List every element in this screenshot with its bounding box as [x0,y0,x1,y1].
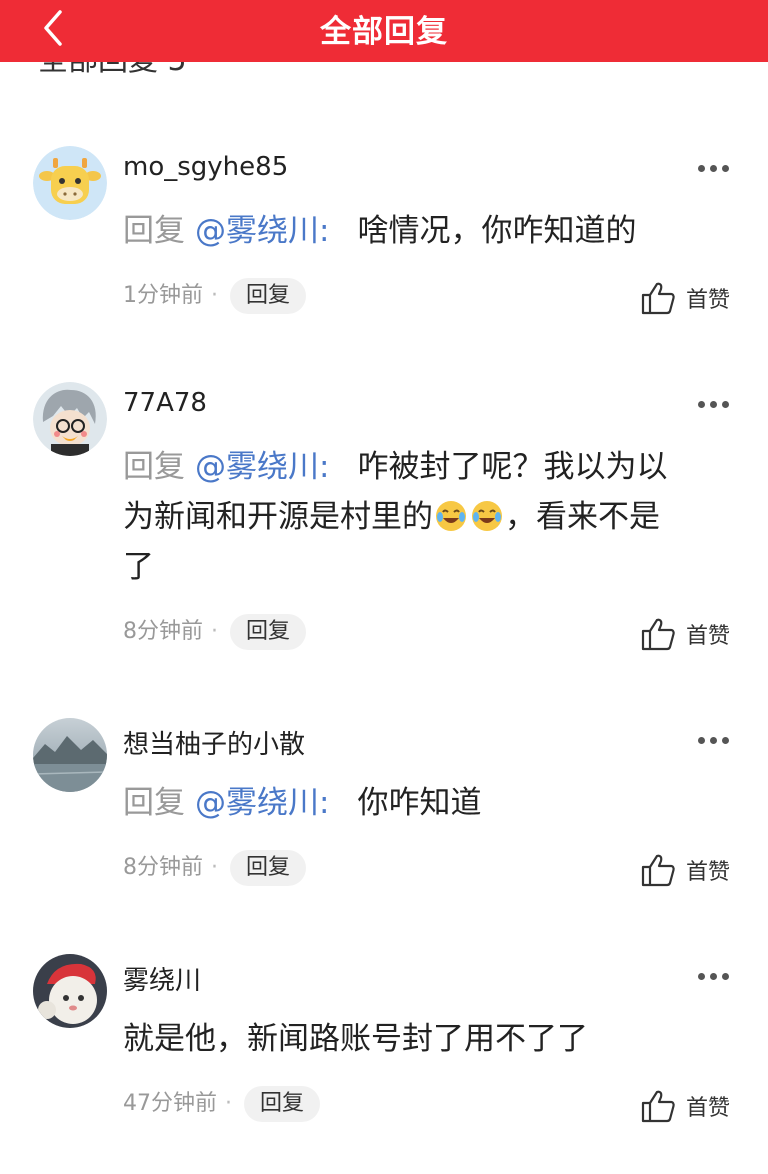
like-button[interactable]: 首赞 [640,1088,730,1124]
comment-text: 为新闻和开源是村里的 [123,499,433,535]
thumbs-up-icon [641,1090,675,1123]
username[interactable]: mo_sgyhe85 [123,152,288,182]
crying-laughing-emoji-icon [436,501,466,531]
crying-laughing-emoji-icon [472,501,502,531]
thumbs-up-icon [641,282,675,315]
avatar[interactable] [33,954,107,1028]
reply-prefix: 回复 [123,213,185,249]
more-dots-icon[interactable] [696,970,732,982]
reply-button[interactable]: 回复 [244,1086,321,1122]
separator-dot: · [211,619,218,644]
reply-button[interactable]: 回复 [230,614,307,650]
comment-meta: 8分钟前 · 回复 [123,850,307,886]
like-button[interactable]: 首赞 [640,852,730,888]
comment-body: 回复 @雾绕川: 你咋知道 [123,778,723,828]
like-label: 首赞 [686,288,731,313]
reply-prefix: 回复 [123,785,185,821]
top-bar: 全部回复 [0,0,768,62]
comment-text: 你咋知道 [357,785,482,821]
comment-text: 啥情况，你咋知道的 [357,213,637,249]
page-title: 全部回复 [320,14,448,50]
comment-body: 就是他，新闻路账号封了用不了了 [123,1014,723,1064]
like-button[interactable]: 首赞 [640,616,730,652]
more-dots-icon[interactable] [696,398,732,410]
like-label: 首赞 [686,860,731,885]
comment-meta: 1分钟前 · 回复 [123,278,307,314]
username[interactable]: 想当柚子的小散 [123,724,305,761]
mention-link[interactable]: @雾绕川: [195,449,329,485]
avatar[interactable] [33,718,107,792]
timestamp: 47分钟前 [123,1091,217,1116]
reply-button[interactable]: 回复 [230,278,307,314]
comment-body: 回复 @雾绕川: 咋被封了呢？我以为以 为新闻和开源是村里的 ，看来不是 了 [123,442,723,592]
thumbs-up-icon [641,854,675,887]
reply-button[interactable]: 回复 [230,850,307,886]
timestamp: 1分钟前 [123,283,203,308]
plush-toy-avatar-icon [33,954,107,1028]
separator-dot: · [225,1091,232,1116]
comment-text: 就是他，新闻路账号封了用不了了 [123,1021,588,1057]
like-label: 首赞 [686,1096,731,1121]
avatar[interactable] [33,146,107,220]
username[interactable]: 77A78 [123,388,207,418]
landscape-avatar-icon [33,718,107,792]
avatar[interactable] [33,382,107,456]
cartoon-boy-avatar-icon [33,382,107,456]
timestamp: 8分钟前 [123,855,203,880]
mention-link[interactable]: @雾绕川: [195,213,329,249]
separator-dot: · [211,283,218,308]
comment-text: ，看来不是 [505,499,660,535]
like-label: 首赞 [686,624,731,649]
cow-avatar-icon [33,146,107,220]
more-dots-icon[interactable] [696,734,732,746]
separator-dot: · [211,855,218,880]
thumbs-up-icon [641,618,675,651]
comment-text: 了 [123,549,154,585]
mention-link[interactable]: @雾绕川: [195,785,329,821]
timestamp: 8分钟前 [123,619,203,644]
comment-meta: 47分钟前 · 回复 [123,1086,321,1122]
like-button[interactable]: 首赞 [640,280,730,316]
reply-prefix: 回复 [123,449,185,485]
comment-body: 回复 @雾绕川: 啥情况，你咋知道的 [123,206,723,256]
comment-text: 咋被封了呢？我以为以 [357,449,668,485]
username[interactable]: 雾绕川 [123,960,201,997]
comment-meta: 8分钟前 · 回复 [123,614,307,650]
more-dots-icon[interactable] [696,162,732,174]
